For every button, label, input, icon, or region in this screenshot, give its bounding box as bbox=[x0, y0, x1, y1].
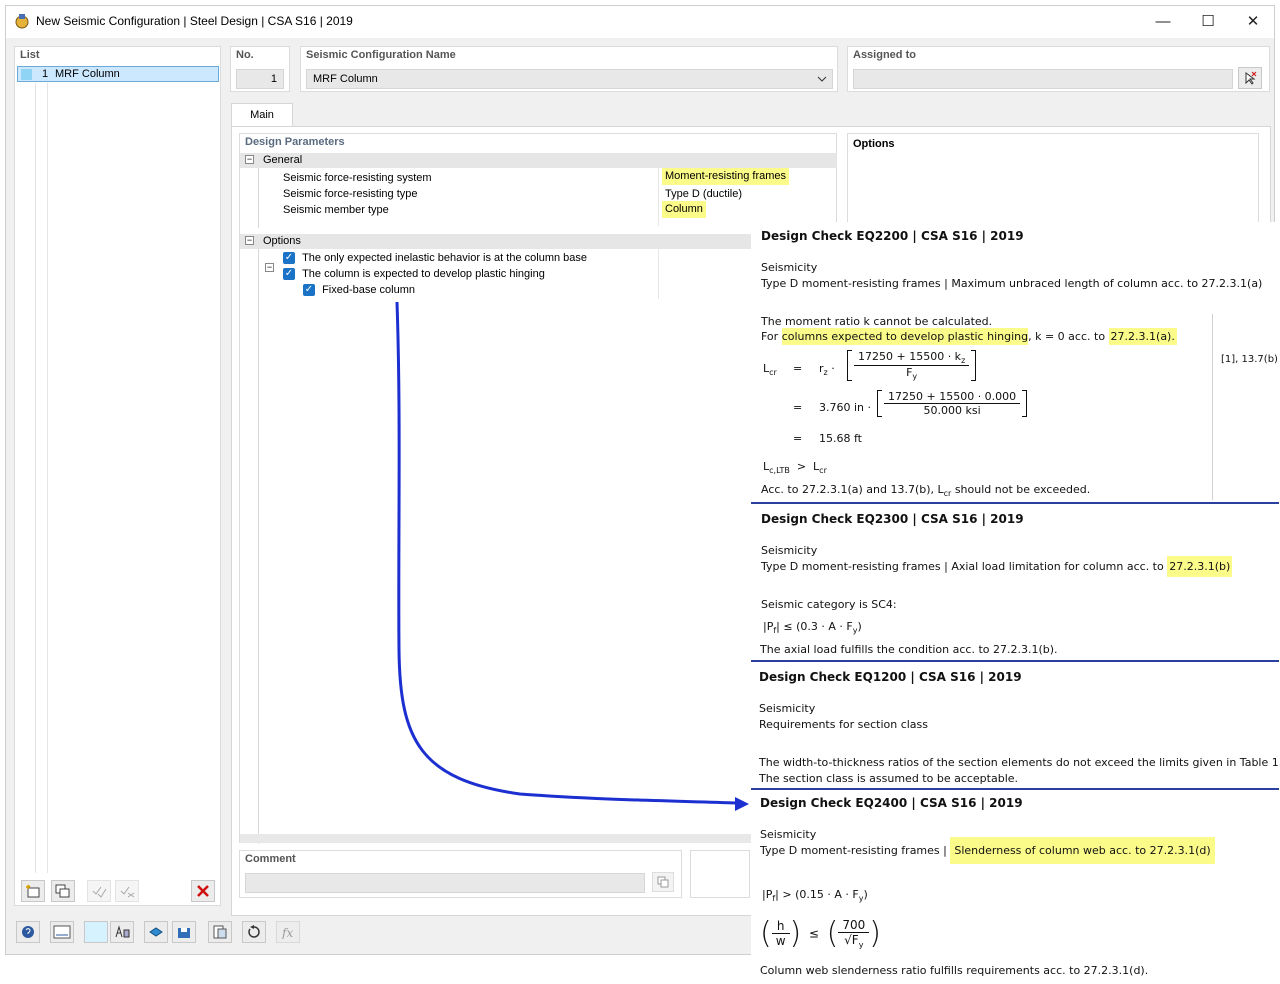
callout-arrow bbox=[395, 301, 749, 811]
arrow-head bbox=[735, 797, 749, 811]
arrow-line bbox=[395, 301, 737, 805]
